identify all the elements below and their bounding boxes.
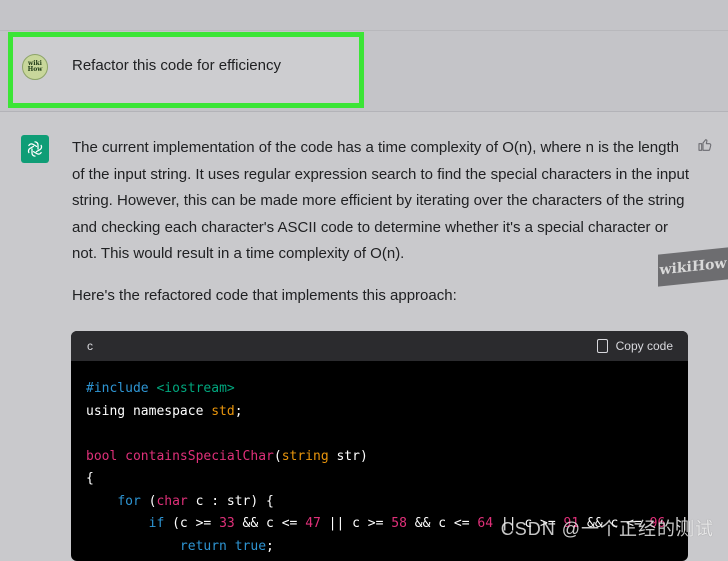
user-message-text: Refactor this code for efficiency <box>72 57 281 74</box>
code-line-1: #include <iostream> <box>86 381 235 396</box>
code-token: <iostream> <box>156 381 235 396</box>
assistant-intro-text: Here's the refactored code that implemen… <box>72 287 457 304</box>
code-token: std <box>211 403 235 419</box>
assistant-paragraph: The current implementation of the code h… <box>72 139 690 262</box>
code-line-6: for (char c : str) { <box>117 493 274 509</box>
copy-code-button[interactable]: Copy code <box>596 339 673 353</box>
code-header: c Copy code <box>71 331 688 361</box>
code-token: if <box>148 516 165 531</box>
code-token: return <box>179 538 227 554</box>
code-line-8: return true; <box>179 538 274 554</box>
code-token: bool <box>86 448 118 464</box>
top-bar <box>0 0 728 31</box>
code-token: 47 <box>305 516 321 531</box>
code-token: char <box>156 493 188 509</box>
copy-code-label: Copy code <box>615 339 673 353</box>
clipboard-icon <box>596 339 608 353</box>
avatar-text-how: How <box>27 66 43 73</box>
code-token: for <box>117 493 141 509</box>
code-token: true <box>234 538 267 554</box>
user-avatar: wiki How <box>22 54 48 80</box>
thumbs-up-icon[interactable] <box>697 137 717 157</box>
code-line-5: { <box>86 471 94 486</box>
code-language: c <box>87 339 93 353</box>
code-token: string <box>281 448 329 464</box>
code-token: containsSpecialChar <box>125 448 274 464</box>
openai-logo-icon <box>21 135 49 163</box>
code-token: 33 <box>219 516 235 531</box>
code-token: 58 <box>391 516 407 531</box>
code-token: #include <box>86 381 149 396</box>
code-token: 64 <box>477 516 494 531</box>
code-line-2: using namespace std; <box>86 403 243 419</box>
code-line-4: bool containsSpecialChar(string str) <box>86 448 368 464</box>
csdn-watermark: CSDN @一个正经的测试 <box>500 519 714 539</box>
